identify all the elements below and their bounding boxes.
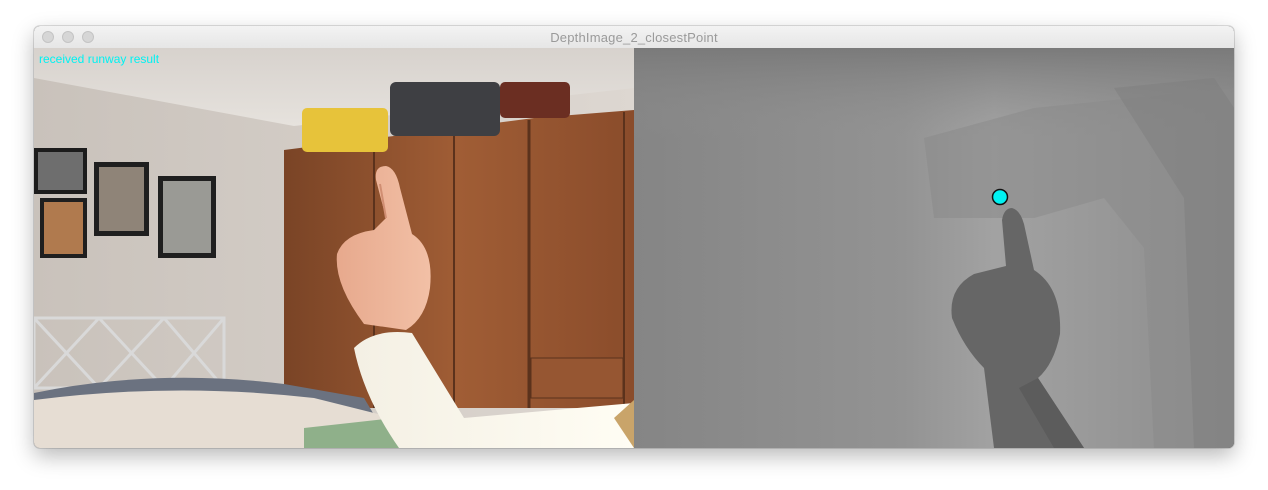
depth-image: [634, 48, 1234, 448]
window-title: DepthImage_2_closestPoint: [550, 30, 718, 45]
wardrobe: [284, 110, 634, 408]
camera-view: received runway result: [34, 48, 634, 448]
app-window: DepthImage_2_closestPoint received runwa…: [34, 26, 1234, 448]
depth-view: [634, 48, 1234, 448]
sketch-canvas[interactable]: received runway result: [34, 48, 1234, 448]
closest-point-icon: [991, 188, 1009, 206]
camera-image: [34, 48, 634, 448]
title-bar[interactable]: DepthImage_2_closestPoint: [34, 26, 1234, 49]
status-text: received runway result: [39, 52, 160, 66]
